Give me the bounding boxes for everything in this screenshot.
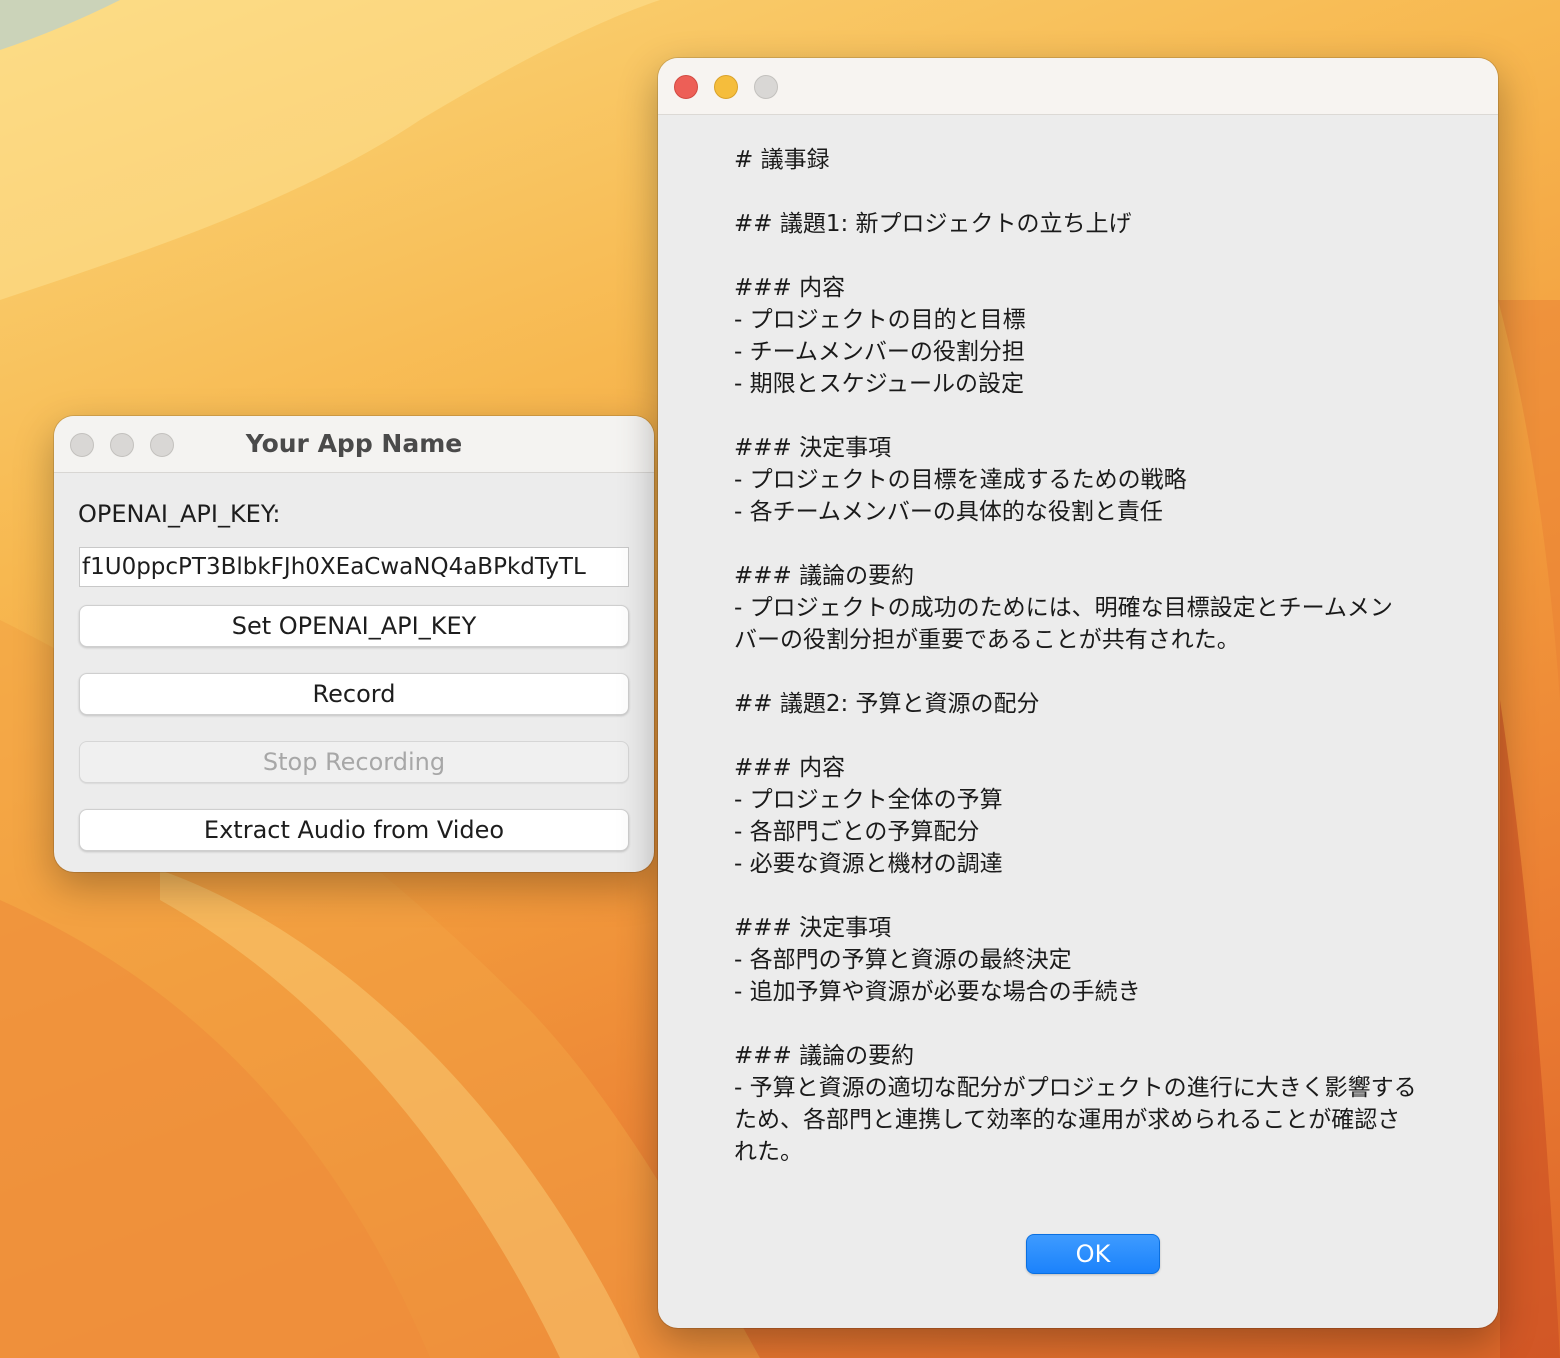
minimize-button[interactable] [714,75,738,99]
zoom-button[interactable] [754,75,778,99]
window-title: Your App Name [245,429,463,458]
api-key-label: OPENAI_API_KEY: [78,500,281,528]
minutes-message-text: # 議事録 ## 議題1: 新プロジェクトの立ち上げ ### 内容 - プロジェ… [734,147,1417,1165]
record-button[interactable]: Record [79,673,629,715]
api-key-input[interactable] [79,547,629,587]
ok-button[interactable]: OK [1026,1234,1160,1274]
message-dialog: # 議事録 ## 議題1: 新プロジェクトの立ち上げ ### 内容 - プロジェ… [658,58,1498,1328]
app-window: Your App Name OPENAI_API_KEY: Set OPENAI… [54,416,654,872]
app-titlebar[interactable]: Your App Name [54,416,654,473]
stop-recording-button[interactable]: Stop Recording [79,741,629,783]
dialog-titlebar[interactable] [658,58,1498,115]
close-button[interactable] [674,75,698,99]
extract-audio-button[interactable]: Extract Audio from Video [79,809,629,851]
set-api-key-button[interactable]: Set OPENAI_API_KEY [79,605,629,647]
